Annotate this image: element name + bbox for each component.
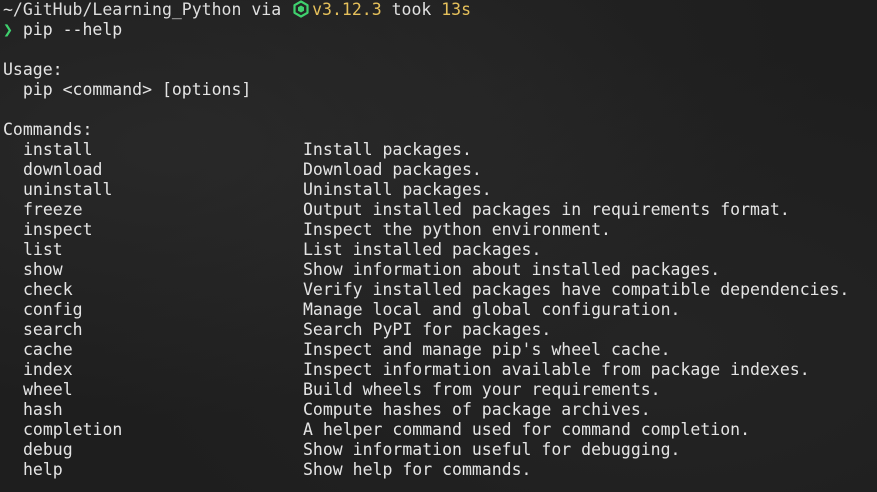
command-description: Search PyPI for packages. [303,320,552,339]
command-description: Show help for commands. [303,460,532,479]
commands-list: install Install packages. download Downloa… [3,140,875,480]
command-line: ❯ pip --help [3,20,875,40]
command-row-show: show Show information about installed pac… [3,260,875,280]
command-description: Show information about installed package… [303,260,721,279]
command-row-debug: debug Show information useful for debuggi… [3,440,875,460]
usage-heading: Usage: [3,60,63,79]
prompt-via-text: via [241,0,292,19]
command-name: freeze [23,200,83,219]
command-name: inspect [23,220,93,239]
command-name: uninstall [23,180,113,199]
usage-syntax: pip <command> [options] [3,80,252,99]
command-description: Show information useful for debugging. [303,440,681,459]
command-row-download: download Download packages. [3,160,875,180]
command-duration: 13s [441,0,472,19]
prompt-arrow-icon: ❯ [3,20,13,39]
command-description: Output installed packages in requirement… [303,200,790,219]
command-name: list [23,240,63,259]
command-row-hash: hash Compute hashes of package archives. [3,400,875,420]
command-row-check: check Verify installed packages have comp… [3,280,875,300]
command-row-completion: completion A helper command used for comm… [3,420,875,440]
command-description: Verify installed packages have compatibl… [303,280,850,299]
command-row-list: list List installed packages. [3,240,875,260]
command-row-uninstall: uninstall Uninstall packages. [3,180,875,200]
prompt-line: ~/GitHub/Learning_Python via v3.12.3 too… [3,0,875,20]
command-row-wheel: wheel Build wheels from your requirements… [3,380,875,400]
command-name: index [23,360,73,379]
command-description: Inspect and manage pip's wheel cache. [303,340,671,359]
command-name: check [23,280,73,299]
terminal-output[interactable]: ~/GitHub/Learning_Python via v3.12.3 too… [3,0,875,480]
command-description: Install packages. [303,140,472,159]
command-row-config: config Manage local and global configurat… [3,300,875,320]
command-name: install [23,140,93,159]
command-description: Compute hashes of package archives. [303,400,651,419]
command-description: Inspect information available from packa… [303,360,810,379]
command-name: config [23,300,83,319]
command-description: Uninstall packages. [303,180,492,199]
command-row-index: index Inspect information available from … [3,360,875,380]
command-name: completion [23,420,123,439]
command-description: List installed packages. [303,240,542,259]
command-row-inspect: inspect Inspect the python environment. [3,220,875,240]
command-name: show [23,260,63,279]
command-row-cache: cache Inspect and manage pip's wheel cach… [3,340,875,360]
command-name: help [23,460,63,479]
command-row-help: help Show help for commands. [3,460,875,480]
command-name: download [23,160,103,179]
command-description: Inspect the python environment. [303,220,611,239]
command-row-freeze: freeze Output installed packages in requi… [3,200,875,220]
command-row-install: install Install packages. [3,140,875,160]
commands-heading: Commands: [3,120,93,139]
command-description: Manage local and global configuration. [303,300,681,319]
command-description: Download packages. [303,160,482,179]
command-description: Build wheels from your requirements. [303,380,661,399]
entered-command: pip --help [12,20,123,39]
command-name: debug [23,440,73,459]
command-description: A helper command used for command comple… [303,420,751,439]
command-name: cache [23,340,73,359]
command-name: hash [23,400,63,419]
command-name: wheel [23,380,73,399]
current-directory: ~/GitHub/Learning_Python [3,0,242,19]
nodejs-hexagon-icon [292,0,310,18]
command-row-search: search Search PyPI for packages. [3,320,875,340]
command-name: search [23,320,83,339]
runtime-version: v3.12.3 [312,0,382,19]
took-label: took [381,0,442,19]
